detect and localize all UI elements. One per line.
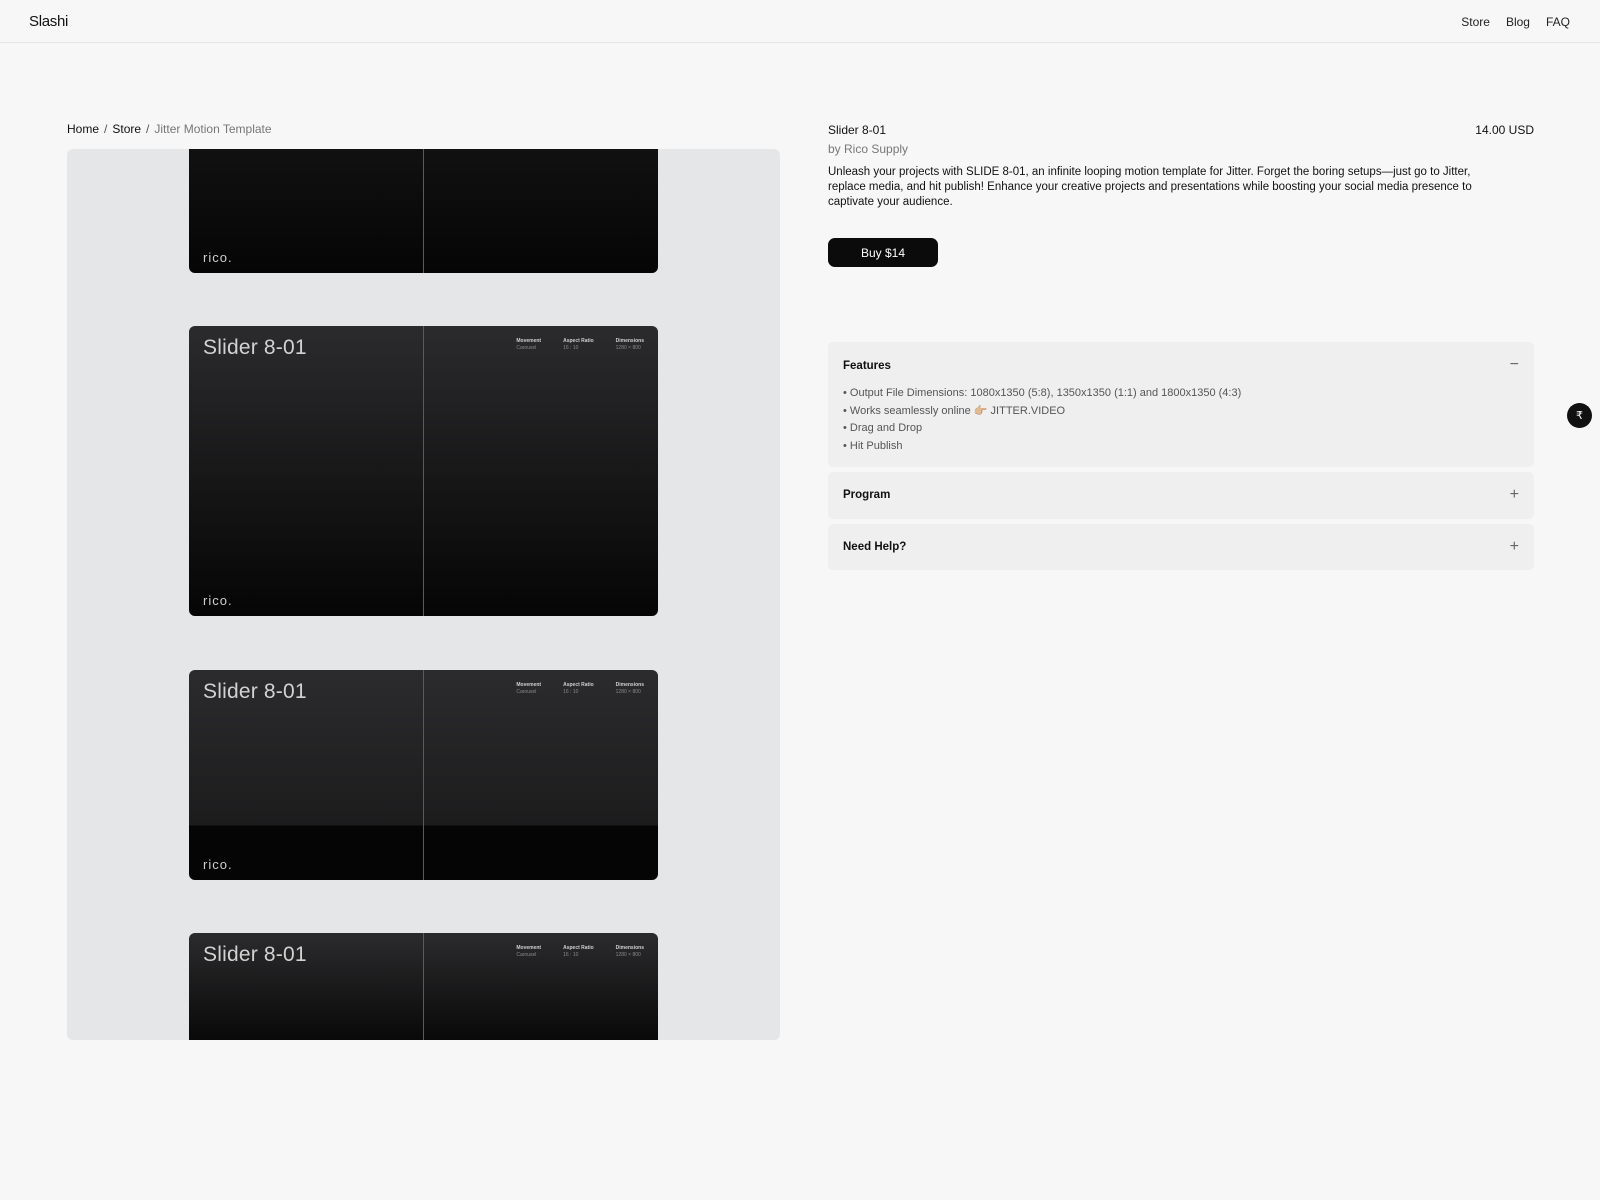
meta-value: 16 : 10 <box>563 952 579 958</box>
slide-meta: Movement Carousel Aspect Ratio 16 : 10 Dim… <box>516 682 644 695</box>
slide-divider <box>423 670 424 880</box>
slide-meta: Movement Carousel Aspect Ratio 16 : 10 Dim… <box>516 945 644 958</box>
slide-divider <box>423 326 424 616</box>
meta-value: 16 : 10 <box>563 345 579 351</box>
currency-icon[interactable]: ₹ <box>1567 403 1592 428</box>
list-item: • Output File Dimensions: 1080x1350 (5:8… <box>843 387 1242 399</box>
breadcrumb-separator: / <box>146 122 150 136</box>
meta-value: 1280 × 800 <box>615 345 641 351</box>
slide-brand-logo: rico. <box>203 250 233 265</box>
accordion-features: Features − • Output File Dimensions: 108… <box>828 342 1534 467</box>
expand-icon[interactable]: + <box>1510 538 1519 556</box>
product-title: Slider 8-01 <box>828 123 887 137</box>
main-nav: Store Blog FAQ <box>1461 15 1570 29</box>
breadcrumb-separator: / <box>104 122 108 136</box>
list-item: • Hit Publish <box>843 439 903 452</box>
gallery-image-3: Slider 8-01 Movement Carousel Aspect Rati… <box>189 670 658 880</box>
breadcrumb-current: Jitter Motion Template <box>154 122 272 136</box>
gallery-image-2: Slider 8-01 Movement Carousel Aspect Rati… <box>189 326 658 616</box>
meta-label: Movement <box>516 338 542 344</box>
meta-label: Dimensions <box>615 338 644 344</box>
meta-value: 16 : 10 <box>563 689 579 695</box>
slide-divider <box>423 933 424 1040</box>
meta-value: Carousel <box>516 952 537 958</box>
product-description: Unleash your projects with SLIDE 8-01, a… <box>828 166 1472 208</box>
expand-icon[interactable]: + <box>1510 486 1519 504</box>
meta-label: Aspect Ratio <box>563 338 594 344</box>
breadcrumb: Home / Store / Jitter Motion Template <box>67 122 272 136</box>
nav-blog-link[interactable]: Blog <box>1506 15 1530 29</box>
accordion-features-title[interactable]: Features <box>843 360 891 372</box>
meta-label: Movement <box>516 945 542 951</box>
nav-store-link[interactable]: Store <box>1461 15 1490 29</box>
product-price: 14.00 USD <box>1475 123 1534 137</box>
accordion-program-title[interactable]: Program <box>843 489 890 501</box>
slide-meta: Movement Carousel Aspect Ratio 16 : 10 Dim… <box>516 338 644 351</box>
top-bar: Slashi Store Blog FAQ <box>0 0 1600 43</box>
product-author: by Rico Supply <box>828 142 909 156</box>
accordion-program[interactable]: Program + <box>828 472 1534 519</box>
site-logo[interactable]: Slashi <box>29 13 68 30</box>
meta-value: Carousel <box>516 689 537 695</box>
features-list: • Output File Dimensions: 1080x1350 (5:8… <box>843 385 1241 455</box>
gallery-image-1: rico. <box>189 149 658 273</box>
meta-value: 1280 × 800 <box>615 952 641 958</box>
meta-label: Aspect Ratio <box>563 945 594 951</box>
slide-brand-logo: rico. <box>203 593 233 608</box>
buy-button[interactable]: Buy $14 <box>828 238 938 267</box>
accordion-need-help[interactable]: Need Help? + <box>828 524 1534 570</box>
product-gallery[interactable]: rico. Slider 8-01 Movement Carousel Aspec… <box>67 149 780 1040</box>
slide-divider <box>423 149 424 273</box>
nav-faq-link[interactable]: FAQ <box>1546 15 1570 29</box>
list-item: • Drag and Drop <box>843 422 923 434</box>
slide-title: Slider 8-01 <box>203 336 307 359</box>
gallery-image-4: Slider 8-01 Movement Carousel Aspect Rati… <box>189 933 658 1040</box>
list-item: • Works seamlessly online 👉🏼 JITTER.VIDE… <box>843 404 1066 417</box>
meta-label: Movement <box>516 682 542 688</box>
meta-label: Dimensions <box>615 682 644 688</box>
breadcrumb-store[interactable]: Store <box>112 122 141 136</box>
collapse-icon[interactable]: − <box>1510 356 1519 374</box>
meta-value: Carousel <box>516 345 537 351</box>
breadcrumb-home[interactable]: Home <box>67 122 99 136</box>
slide-title: Slider 8-01 <box>203 680 307 703</box>
meta-value: 1280 × 800 <box>615 689 641 695</box>
meta-label: Aspect Ratio <box>563 682 594 688</box>
slide-brand-logo: rico. <box>203 857 233 872</box>
accordion-need-help-title[interactable]: Need Help? <box>843 541 906 553</box>
meta-label: Dimensions <box>615 945 644 951</box>
slide-title: Slider 8-01 <box>203 943 307 966</box>
